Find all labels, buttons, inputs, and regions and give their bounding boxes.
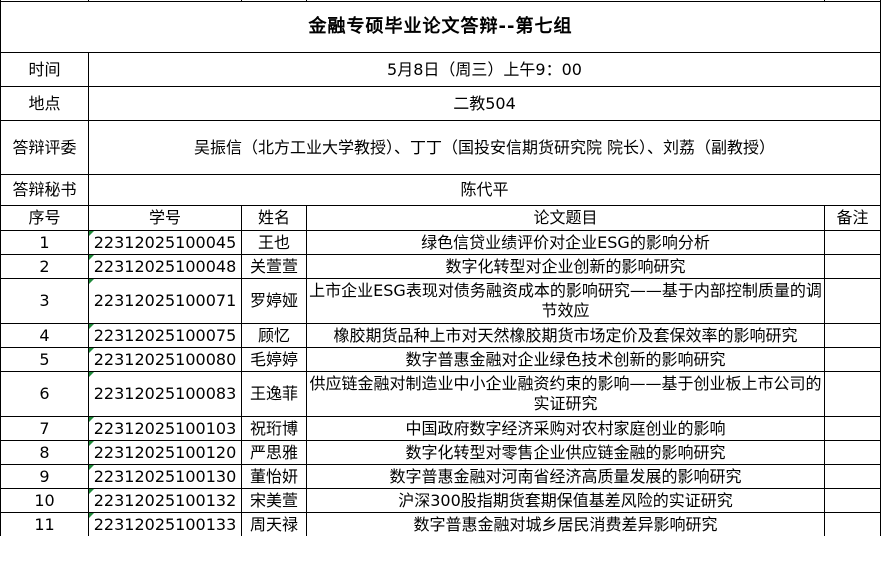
row-student-id-cell[interactable]: 22312025100048 [88,254,242,279]
title-row: 金融专硕毕业论文答辩--第七组 [0,1,881,53]
row-thesis-cell[interactable]: 沪深300股指期货套期保值基差风险的实证研究 [306,488,825,513]
table-row: 3 22312025100071 罗婷娅 上市企业ESG表现对债务融资成本的影响研究—… [0,278,881,324]
row-remark-cell[interactable] [824,323,881,348]
row-student-id-cell[interactable]: 22312025100103 [88,416,242,441]
row-seq-cell[interactable]: 8 [0,440,89,465]
row-thesis-cell[interactable]: 中国政府数字经济采购对农村家庭创业的影响 [306,416,825,441]
row-remark-cell[interactable] [824,347,881,372]
row-name-cell[interactable]: 宋美萱 [241,488,307,513]
row-seq-cell[interactable]: 1 [0,230,89,255]
row-thesis-cell[interactable]: 数字普惠金融对企业绿色技术创新的影响研究 [306,347,825,372]
row-name-cell[interactable]: 王逸菲 [241,371,307,417]
row-student-id-cell[interactable]: 22312025100120 [88,440,242,465]
row-thesis-cell[interactable]: 数字普惠金融对城乡居民消费差异影响研究 [306,512,825,536]
row-remark-cell[interactable] [824,464,881,489]
row-seq-cell[interactable]: 6 [0,371,89,417]
place-label[interactable]: 地点 [0,86,89,121]
row-student-id-cell[interactable]: 22312025100132 [88,488,242,513]
row-remark-cell[interactable] [824,278,881,324]
table-row: 7 22312025100103 祝珩博 中国政府数字经济采购对农村家庭创业的影响 [0,416,881,441]
row-thesis-cell[interactable]: 数字普惠金融对河南省经济高质量发展的影响研究 [306,464,825,489]
table-row: 11 22312025100133 周天禄 数字普惠金融对城乡居民消费差异影响研究 [0,512,881,536]
row-name-cell[interactable]: 祝珩博 [241,416,307,441]
spreadsheet: 金融专硕毕业论文答辩--第七组 时间 5月8日（周三）上午9：00 地点 二教5… [0,0,884,563]
defense-schedule-table: 金融专硕毕业论文答辩--第七组 时间 5月8日（周三）上午9：00 地点 二教5… [0,0,881,536]
row-name-cell[interactable]: 王也 [241,230,307,255]
row-student-id-cell[interactable]: 22312025100130 [88,464,242,489]
header-thesis[interactable]: 论文题目 [306,205,825,231]
row-name-cell[interactable]: 罗婷娅 [241,278,307,324]
place-row: 地点 二教504 [0,86,881,121]
row-remark-cell[interactable] [824,371,881,417]
row-student-id-cell[interactable]: 22312025100133 [88,512,242,536]
table-row: 2 22312025100048 关萱萱 数字化转型对企业创新的影响研究 [0,254,881,279]
row-seq-cell[interactable]: 4 [0,323,89,348]
row-name-cell[interactable]: 关萱萱 [241,254,307,279]
header-row: 序号 学号 姓名 论文题目 备注 [0,205,881,231]
header-student-id[interactable]: 学号 [88,205,242,231]
row-remark-cell[interactable] [824,230,881,255]
row-thesis-cell[interactable]: 供应链金融对制造业中小企业融资约束的影响——基于创业板上市公司的实证研究 [306,371,825,417]
table-row: 4 22312025100075 顾忆 橡胶期货品种上市对天然橡胶期货市场定价及套保效… [0,323,881,348]
row-remark-cell[interactable] [824,440,881,465]
secretary-value[interactable]: 陈代平 [88,174,881,206]
committee-row: 答辩评委 吴振信（北方工业大学教授）、丁丁（国投安信期货研究院 院长）、刘荔（副… [0,120,881,175]
row-remark-cell[interactable] [824,488,881,513]
row-thesis-cell[interactable]: 上市企业ESG表现对债务融资成本的影响研究——基于内部控制质量的调节效应 [306,278,825,324]
committee-label[interactable]: 答辩评委 [0,120,89,175]
table-row: 5 22312025100080 毛婷婷 数字普惠金融对企业绿色技术创新的影响研究 [0,347,881,372]
row-name-cell[interactable]: 周天禄 [241,512,307,536]
table-row: 10 22312025100132 宋美萱 沪深300股指期货套期保值基差风险的实证研… [0,488,881,513]
row-seq-cell[interactable]: 7 [0,416,89,441]
time-row: 时间 5月8日（周三）上午9：00 [0,52,881,87]
row-student-id-cell[interactable]: 22312025100080 [88,347,242,372]
header-name[interactable]: 姓名 [241,205,307,231]
table-row: 1 22312025100045 王也 绿色信贷业绩评价对企业ESG的影响分析 [0,230,881,255]
row-seq-cell[interactable]: 5 [0,347,89,372]
row-thesis-cell[interactable]: 数字化转型对零售企业供应链金融的影响研究 [306,440,825,465]
place-value[interactable]: 二教504 [88,86,881,121]
row-name-cell[interactable]: 严思雅 [241,440,307,465]
table-row: 9 22312025100130 董怡妍 数字普惠金融对河南省经济高质量发展的影响研究 [0,464,881,489]
table-row: 8 22312025100120 严思雅 数字化转型对零售企业供应链金融的影响研究 [0,440,881,465]
secretary-label[interactable]: 答辩秘书 [0,174,89,206]
row-student-id-cell[interactable]: 22312025100083 [88,371,242,417]
row-thesis-cell[interactable]: 橡胶期货品种上市对天然橡胶期货市场定价及套保效率的影响研究 [306,323,825,348]
row-student-id-cell[interactable]: 22312025100075 [88,323,242,348]
header-seq[interactable]: 序号 [0,205,89,231]
row-seq-cell[interactable]: 2 [0,254,89,279]
table-row: 6 22312025100083 王逸菲 供应链金融对制造业中小企业融资约束的影响——… [0,371,881,417]
time-label[interactable]: 时间 [0,52,89,87]
row-name-cell[interactable]: 毛婷婷 [241,347,307,372]
header-remark[interactable]: 备注 [824,205,881,231]
row-seq-cell[interactable]: 9 [0,464,89,489]
row-thesis-cell[interactable]: 数字化转型对企业创新的影响研究 [306,254,825,279]
row-seq-cell[interactable]: 10 [0,488,89,513]
row-student-id-cell[interactable]: 22312025100071 [88,278,242,324]
row-remark-cell[interactable] [824,512,881,536]
row-name-cell[interactable]: 顾忆 [241,323,307,348]
secretary-row: 答辩秘书 陈代平 [0,174,881,206]
row-seq-cell[interactable]: 3 [0,278,89,324]
row-student-id-cell[interactable]: 22312025100045 [88,230,242,255]
row-thesis-cell[interactable]: 绿色信贷业绩评价对企业ESG的影响分析 [306,230,825,255]
row-remark-cell[interactable] [824,416,881,441]
time-value[interactable]: 5月8日（周三）上午9：00 [88,52,881,87]
row-seq-cell[interactable]: 11 [0,512,89,536]
committee-value[interactable]: 吴振信（北方工业大学教授）、丁丁（国投安信期货研究院 院长）、刘荔（副教授） [88,120,881,175]
sheet-title[interactable]: 金融专硕毕业论文答辩--第七组 [0,1,881,53]
row-name-cell[interactable]: 董怡妍 [241,464,307,489]
row-remark-cell[interactable] [824,254,881,279]
